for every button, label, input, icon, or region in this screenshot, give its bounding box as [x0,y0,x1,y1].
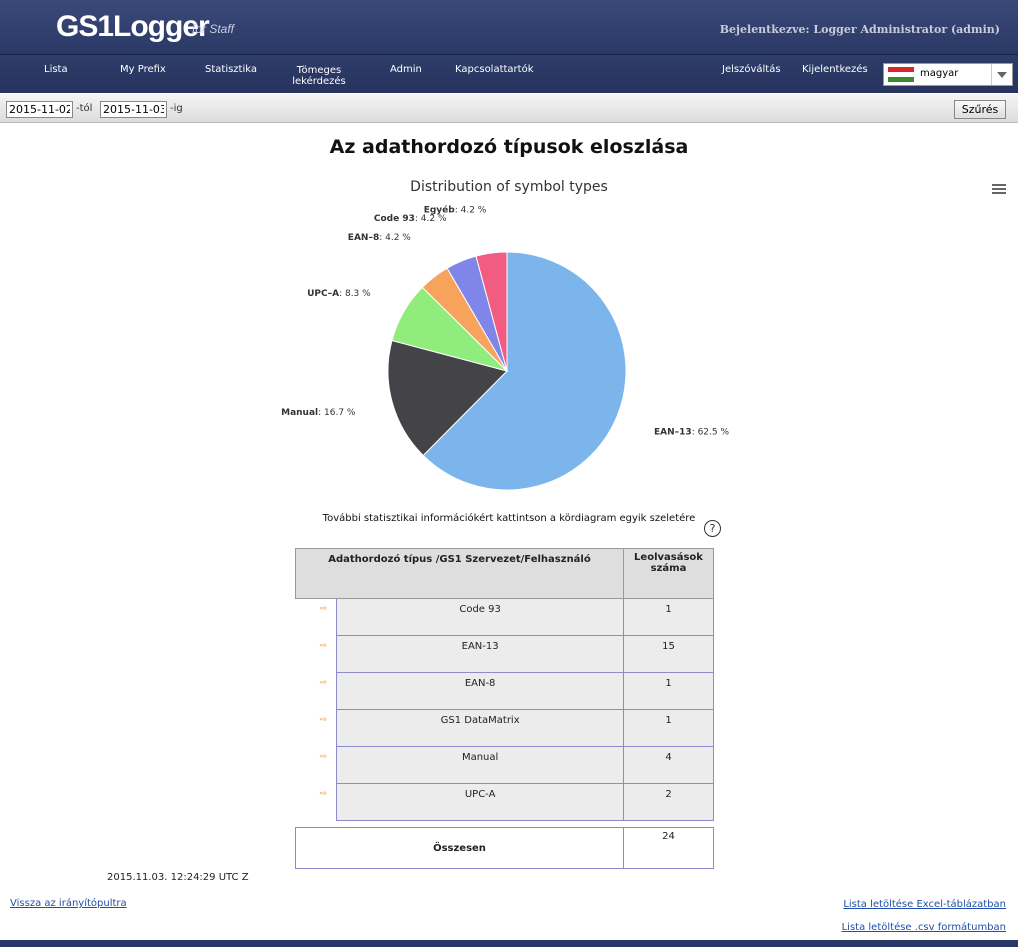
pie-label-manual: Manual: 16.7 % [281,408,356,418]
help-icon[interactable]: ? [704,520,721,537]
header-count: Leolvasások száma [623,548,714,599]
nav-item-admin[interactable]: Admin [390,64,422,75]
nav-item-tomeges-line2: lekérdezés [292,76,346,87]
row-type-name[interactable]: Manual [336,746,624,784]
page-title: Az adathordozó típusok eloszlása [329,136,689,158]
filter-bar: -tól -ig Szűrés [0,94,1018,123]
nav-item-jelszovaltas[interactable]: Jelszóváltás [722,64,781,75]
footer-bar [0,940,1018,947]
language-value: magyar [920,68,959,79]
chart-hint: További statisztikai információkért katt… [322,513,696,524]
row-expand-arrow-icon[interactable]: ⇨ [296,747,337,784]
table-row[interactable]: ⇨ EAN-8 1 [296,672,714,710]
language-select[interactable]: magyar [883,63,1013,86]
row-type-name[interactable]: Code 93 [336,598,624,636]
row-expand-arrow-icon[interactable]: ⇨ [296,636,337,673]
nav-item-kapcsolattartok[interactable]: Kapcsolattartók [455,64,534,75]
table-row[interactable]: ⇨ Manual 4 [296,746,714,784]
row-count: 1 [623,598,714,636]
logged-in-user: Bejelentkezve: Logger Administrator (adm… [719,23,1000,36]
table-row[interactable]: ⇨ UPC-A 2 [296,783,714,821]
pie-label-ean-13: EAN–13: 62.5 % [654,428,729,438]
pie-label-upc-a: UPC–A: 8.3 % [307,289,371,299]
filter-button[interactable]: Szűrés [954,100,1006,119]
table-row[interactable]: ⇨ EAN-13 15 [296,635,714,673]
row-count: 15 [623,635,714,673]
from-date-input[interactable] [6,101,73,118]
total-label: Összesen [295,827,624,869]
row-expand-arrow-icon[interactable]: ⇨ [296,710,337,747]
chart-title: Distribution of symbol types [410,179,608,195]
header-type: Adathordozó típus /GS1 Szervezet/Felhasz… [295,548,624,599]
pie-label-code-93: Code 93: 4.2 % [374,214,447,224]
main-nav: Lista My Prefix Statisztika Tömeges leké… [0,55,1018,93]
nav-item-my-prefix[interactable]: My Prefix [120,64,166,75]
header-count-line2: száma [650,563,687,574]
nav-item-lista[interactable]: Lista [44,64,68,75]
row-count: 2 [623,783,714,821]
nav-item-kijelentkezes[interactable]: Kijelentkezés [802,64,868,75]
to-date-input[interactable] [100,101,167,118]
gs1logger-logo: GS1Logger [56,10,210,43]
row-count: 1 [623,709,714,747]
row-count: 1 [623,672,714,710]
row-type-name[interactable]: EAN-8 [336,672,624,710]
header-bar: GS1Logger for Staff Bejelentkezve: Logge… [0,0,1018,55]
row-type-name[interactable]: EAN-13 [336,635,624,673]
chart-menu-icon[interactable] [992,184,1006,196]
row-type-name[interactable]: GS1 DataMatrix [336,709,624,747]
total-count: 24 [623,827,714,869]
from-date-label: -tól [76,103,93,114]
back-to-dashboard-link[interactable]: Vissza az irányítópultra [10,898,127,909]
row-expand-arrow-icon[interactable]: ⇨ [296,599,337,636]
header-count-line1: Leolvasások [634,552,703,563]
row-expand-arrow-icon[interactable]: ⇨ [296,784,337,821]
logo-subtitle: for Staff [192,22,235,36]
download-excel-link[interactable]: Lista letöltése Excel-táblázatban [843,899,1006,910]
row-type-name[interactable]: UPC-A [336,783,624,821]
download-csv-link[interactable]: Lista letöltése .csv formátumban [842,922,1006,933]
nav-item-tomeges-lekerdezes[interactable]: Tömeges lekérdezés [290,65,348,87]
pie-label-egy-b: Egyéb: 4.2 % [424,204,487,215]
table-row[interactable]: ⇨ Code 93 1 [296,598,714,636]
nav-item-tomeges-line1: Tömeges [296,65,342,76]
timestamp: 2015.11.03. 12:24:29 UTC Z [107,872,249,883]
pie-chart[interactable]: EAN–13: 62.5 % Manual: 16.7 % UPC–A: 8.3 %… [0,200,1018,500]
table-row[interactable]: ⇨ GS1 DataMatrix 1 [296,709,714,747]
to-date-label: -ig [170,103,183,114]
pie-label-ean-8: EAN–8: 4.2 % [348,233,411,243]
row-count: 4 [623,746,714,784]
hungarian-flag-icon [888,67,914,82]
nav-item-statisztika[interactable]: Statisztika [205,64,257,75]
stats-table: Adathordozó típus /GS1 Szervezet/Felhasz… [295,548,714,869]
chevron-down-icon[interactable] [991,64,1012,85]
row-expand-arrow-icon[interactable]: ⇨ [296,673,337,710]
